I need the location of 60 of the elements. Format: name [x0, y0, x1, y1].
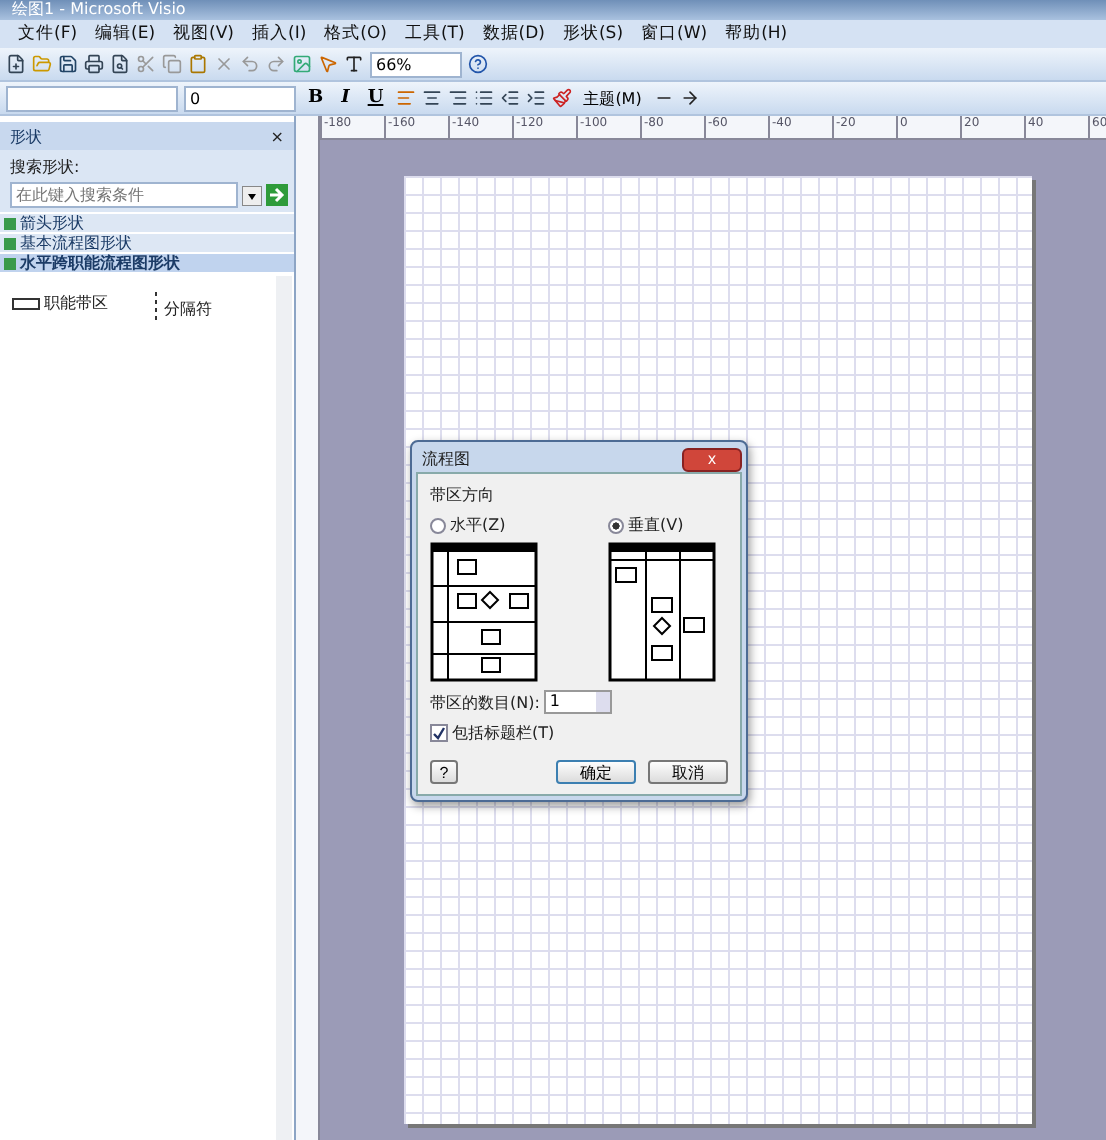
search-label: 搜索形状: — [10, 156, 82, 178]
line-ends-icon[interactable] — [679, 88, 700, 108]
save-icon[interactable] — [58, 54, 78, 74]
scrollbar[interactable] — [276, 276, 292, 1140]
close-button[interactable]: x — [682, 447, 742, 471]
checkbox[interactable] — [430, 724, 448, 742]
checkbox-label[interactable]: 包括标题栏(T) — [452, 722, 555, 744]
radio-option[interactable]: 垂直(V) — [608, 514, 684, 536]
menu-item[interactable]: 文件(F) — [18, 22, 78, 46]
align-right-icon[interactable] — [447, 88, 468, 108]
go-arrow-icon[interactable] — [266, 184, 288, 206]
help-icon[interactable] — [468, 54, 488, 74]
menu-item[interactable]: 视图(V) — [173, 22, 234, 46]
italic-button[interactable]: I — [335, 85, 356, 111]
separator-shape-icon — [152, 292, 160, 324]
print-preview-icon[interactable] — [110, 54, 130, 74]
dialog-title: 流程图 — [422, 448, 470, 470]
band-shape-icon — [12, 297, 40, 309]
outdent-icon[interactable] — [499, 88, 520, 108]
stencil-tab[interactable]: 箭头形状 — [0, 214, 294, 232]
menu-item[interactable]: 编辑(E) — [95, 22, 156, 46]
font-field[interactable] — [6, 85, 178, 111]
ok-button[interactable]: 确定 — [556, 760, 636, 784]
panel-title: 形状 — [10, 125, 42, 147]
printer-icon[interactable] — [84, 54, 104, 74]
menu-item[interactable]: 形状(S) — [562, 22, 624, 46]
underline-button[interactable]: U — [361, 85, 390, 111]
close-button[interactable]: × — [270, 127, 284, 145]
menu-item[interactable]: 工具(T) — [404, 22, 465, 46]
help-button[interactable]: ? — [430, 760, 458, 784]
radio-option[interactable]: 水平(Z) — [430, 514, 506, 536]
horizontal-swimlane-drawing — [430, 542, 538, 682]
font-size-field[interactable]: 0 — [184, 85, 296, 111]
align-center-icon[interactable] — [421, 88, 442, 108]
clipboard-icon[interactable] — [188, 54, 208, 74]
cancel-button[interactable]: 取消 — [648, 760, 728, 784]
menu-item[interactable]: 格式(O) — [324, 22, 387, 46]
bold-button[interactable]: B — [302, 85, 330, 111]
stencil-tab[interactable]: 基本流程图形状 — [0, 234, 294, 252]
group-label: 带区方向 — [430, 484, 496, 506]
stencil-tab[interactable]: 水平跨职能流程图形状 — [0, 254, 294, 272]
picture-icon[interactable] — [292, 54, 312, 74]
count-label: 带区的数目(N): — [430, 691, 540, 713]
dropdown-icon[interactable] — [242, 185, 262, 205]
menu-item[interactable]: 窗口(W) — [641, 22, 708, 46]
shape-label[interactable]: 职能带区 — [44, 292, 108, 314]
text-icon[interactable] — [344, 54, 364, 74]
menu-item[interactable]: 插入(I) — [252, 22, 307, 46]
menu-item[interactable]: 帮助(H) — [725, 22, 788, 46]
indent-icon[interactable] — [525, 88, 546, 108]
zoom-field[interactable]: 66% — [370, 51, 462, 77]
theme-button[interactable]: 主题(M) — [577, 85, 648, 111]
new-file-icon[interactable] — [6, 54, 26, 74]
window-title: 绘图1 - Microsoft Visio — [0, 0, 1106, 20]
count-spinner[interactable]: 1 — [543, 690, 612, 714]
fill-color-icon[interactable] — [551, 88, 572, 108]
search-field[interactable]: 在此键入搜索条件 — [10, 182, 238, 208]
menu-item[interactable]: 数据(D) — [482, 22, 545, 46]
shape-label[interactable]: 分隔符 — [164, 297, 212, 319]
vertical-swimlane-drawing — [608, 542, 716, 682]
